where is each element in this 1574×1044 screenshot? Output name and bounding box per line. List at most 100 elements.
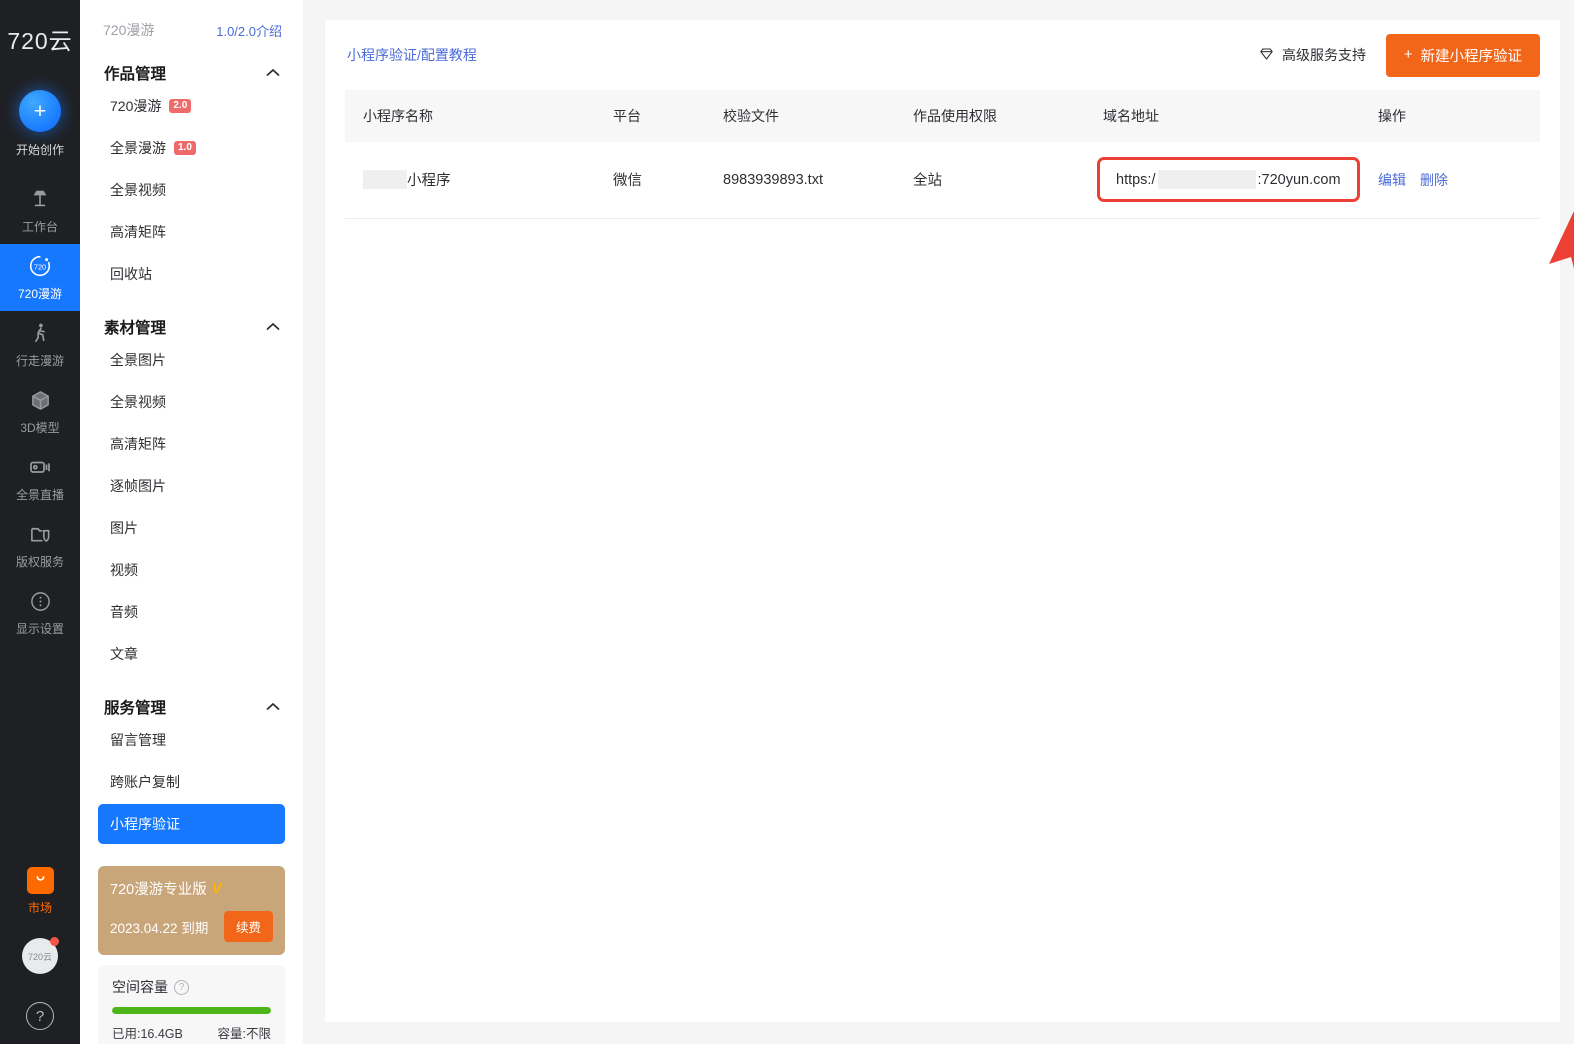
redaction-block: [1157, 170, 1256, 190]
sidebar-item-label: 全景漫游: [110, 140, 166, 156]
plus-icon: +: [1404, 47, 1413, 63]
sidebar-item-miniprogram-verification[interactable]: 小程序验证: [98, 804, 285, 844]
rail-item-walking-roaming[interactable]: 行走漫游: [0, 311, 80, 378]
sidebar-item-material-hd-matrix[interactable]: 高清矩阵: [98, 424, 285, 464]
question-circle-icon[interactable]: ?: [174, 979, 189, 995]
start-creating-button[interactable]: + 开始创作: [16, 90, 64, 158]
sidebar-item-cross-account-copy[interactable]: 跨账户复制: [98, 762, 285, 802]
nav-group-title: 作品管理: [104, 66, 167, 83]
column-header-platform: 平台: [595, 90, 705, 142]
domain-suffix: :720yun.com: [1257, 171, 1341, 188]
sidebar-item-720-roaming[interactable]: 720漫游 2.0: [98, 86, 285, 126]
rail-item-workbench[interactable]: 工作台: [0, 177, 80, 244]
sidebar-item-hd-matrix[interactable]: 高清矩阵: [98, 212, 285, 252]
renew-button[interactable]: 续费: [223, 911, 273, 942]
sidebar-item-label: 音频: [110, 604, 138, 620]
content-panel: 小程序验证/配置教程 高级服务支持 + 新建小程序验证 小程序名称 平台 校验文…: [325, 20, 1574, 1022]
more-vertical-circle-icon: [29, 588, 52, 614]
toolbar-actions: 高级服务支持 + 新建小程序验证: [1258, 33, 1540, 77]
sidebar-item-label: 全景图片: [110, 352, 166, 368]
chevron-up-icon: [266, 67, 280, 79]
help-circle-icon[interactable]: ?: [26, 1002, 54, 1030]
pro-expire-date: 2023.04.22 到期: [110, 920, 209, 936]
rail-item-market[interactable]: 市场: [26, 867, 54, 916]
delete-link[interactable]: 删除: [1420, 170, 1448, 190]
cube-3d-icon: [29, 387, 52, 413]
start-creating-label: 开始创作: [15, 143, 64, 157]
sidebar-item-label: 720漫游: [110, 98, 162, 114]
capacity-total: 容量:不限: [217, 1027, 271, 1041]
sidebar-item-audio[interactable]: 音频: [98, 592, 285, 632]
sidebar-item-label: 留言管理: [110, 732, 166, 748]
column-header-operations: 操作: [1360, 90, 1540, 142]
version-intro-link[interactable]: 1.0/2.0介绍: [216, 21, 282, 40]
sidebar-item-label: 全景视频: [110, 182, 166, 198]
rail-item-3d-model[interactable]: 3D模型: [0, 378, 80, 445]
sidebar-item-label: 小程序验证: [110, 816, 180, 832]
breadcrumb[interactable]: 小程序验证/配置教程: [345, 45, 477, 65]
sidebar-nav: 720漫游 1.0/2.0介绍 作品管理 720漫游 2.0 全景漫游 1.0 …: [80, 0, 303, 1044]
advanced-service-support-label: 高级服务支持: [1282, 47, 1367, 63]
vip-icon: V: [211, 880, 222, 897]
sidebar-item-label: 文章: [110, 646, 138, 662]
table-body: 小程序 微信 8983939893.txt 全站 https:/ :720yun…: [345, 142, 1540, 219]
nav-group-service-management[interactable]: 服务管理: [98, 696, 285, 718]
sidebar-item-image[interactable]: 图片: [98, 508, 285, 548]
column-header-verify-file: 校验文件: [705, 90, 895, 142]
new-miniprogram-verification-button[interactable]: + 新建小程序验证: [1386, 33, 1540, 77]
sidebar-item-label: 回收站: [110, 266, 152, 282]
rail-item-label: 版权服务: [15, 555, 64, 569]
cell-platform: 微信: [595, 142, 705, 219]
sidebar-header: 720漫游 1.0/2.0介绍: [98, 0, 285, 40]
sidebar-item-label: 视频: [110, 562, 138, 578]
capacity-progress-fill: [112, 1007, 271, 1014]
pro-card-title-row: 720漫游专业版 V: [110, 878, 273, 899]
desk-lamp-icon: [29, 186, 51, 212]
notification-dot-icon: [50, 937, 59, 946]
capacity-footer: 已用:16.4GB 容量:不限: [112, 1023, 271, 1042]
nav-group-material-management[interactable]: 素材管理: [98, 316, 285, 338]
advanced-service-support-button[interactable]: 高级服务支持: [1258, 45, 1366, 65]
edit-link[interactable]: 编辑: [1378, 170, 1406, 190]
shopping-bag-icon: [26, 867, 54, 894]
sidebar-item-recycle-bin[interactable]: 回收站: [98, 254, 285, 294]
rail-item-720-roaming[interactable]: 720 720漫游: [0, 244, 80, 311]
main-content: 小程序验证/配置教程 高级服务支持 + 新建小程序验证 小程序名称 平台 校验文…: [303, 0, 1574, 1044]
sidebar-item-article[interactable]: 文章: [98, 634, 285, 674]
rail-item-label: 全景直播: [15, 488, 64, 502]
rail-item-label: 显示设置: [15, 622, 64, 636]
nav-group-works-management[interactable]: 作品管理: [98, 62, 285, 84]
pro-version-card: 720漫游专业版 V 2023.04.22 到期 续费: [98, 866, 285, 955]
sidebar-item-panorama-image[interactable]: 全景图片: [98, 340, 285, 380]
capacity-used: 已用:16.4GB: [112, 1027, 183, 1041]
table-header: 小程序名称 平台 校验文件 作品使用权限 域名地址 操作: [345, 90, 1540, 142]
annotation-arrow-icon: [1549, 211, 1574, 269]
sidebar-item-panorama-video[interactable]: 全景视频: [98, 170, 285, 210]
pro-card-bottom-row: 2023.04.22 到期 续费: [110, 911, 273, 942]
sidebar-item-panorama-roaming[interactable]: 全景漫游 1.0: [98, 128, 285, 168]
chevron-up-icon: [266, 321, 280, 333]
sidebar-item-label: 跨账户复制: [110, 774, 180, 790]
sidebar-item-material-panorama-video[interactable]: 全景视频: [98, 382, 285, 422]
video-camera-icon: [28, 454, 52, 480]
sidebar-item-frame-image[interactable]: 逐帧图片: [98, 466, 285, 506]
sidebar-title: 720漫游: [103, 22, 155, 38]
rail-item-display-settings[interactable]: 显示设置: [0, 579, 80, 646]
storage-capacity-card: 空间容量 ? 已用:16.4GB 容量:不限: [98, 965, 285, 1044]
sidebar-item-label: 图片: [110, 520, 138, 536]
avatar[interactable]: 720云: [22, 937, 59, 974]
rail-item-label: 720漫游: [17, 287, 63, 301]
miniprogram-name: 小程序: [407, 173, 451, 190]
sidebar-item-message-management[interactable]: 留言管理: [98, 720, 285, 760]
cell-verify-file: 8983939893.txt: [705, 142, 895, 219]
column-header-domain: 域名地址: [1085, 90, 1360, 142]
version-badge: 2.0: [169, 98, 192, 114]
chevron-up-icon: [266, 701, 280, 713]
sidebar-item-label: 高清矩阵: [110, 436, 166, 452]
panel-toolbar: 小程序验证/配置教程 高级服务支持 + 新建小程序验证: [345, 20, 1540, 90]
sidebar-item-video[interactable]: 视频: [98, 550, 285, 590]
rail-item-panorama-live[interactable]: 全景直播: [0, 445, 80, 512]
rail-item-copyright-service[interactable]: 版权服务: [0, 512, 80, 579]
cell-domain: https:/ :720yun.com: [1085, 142, 1360, 219]
domain-highlight-box: https:/ :720yun.com: [1097, 157, 1360, 203]
